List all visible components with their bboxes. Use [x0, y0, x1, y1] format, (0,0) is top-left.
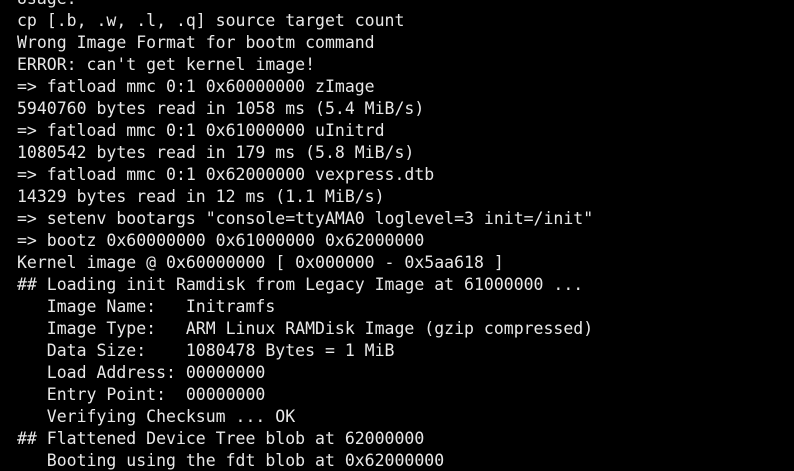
terminal-line: Image Name: Initramfs	[17, 297, 276, 316]
terminal-line: => fatload mmc 0:1 0x60000000 zImage	[17, 77, 375, 96]
terminal-line: => fatload mmc 0:1 0x62000000 vexpress.d…	[17, 165, 435, 184]
terminal-line: Usage:	[17, 0, 593, 10]
terminal-output: Usage: cp [.b, .w, .l, .q] source target…	[17, 0, 593, 471]
terminal-line: Data Size: 1080478 Bytes = 1 MiB	[17, 341, 395, 360]
terminal-window[interactable]: Usage: cp [.b, .w, .l, .q] source target…	[0, 0, 794, 471]
terminal-line: ## Loading init Ramdisk from Legacy Imag…	[17, 275, 584, 294]
terminal-line: => fatload mmc 0:1 0x61000000 uInitrd	[17, 121, 385, 140]
terminal-line: Wrong Image Format for bootm command	[17, 33, 375, 52]
terminal-line: ERROR: can't get kernel image!	[17, 55, 316, 74]
terminal-line: 1080542 bytes read in 179 ms (5.8 MiB/s)	[17, 143, 415, 162]
terminal-line: 5940760 bytes read in 1058 ms (5.4 MiB/s…	[17, 99, 425, 118]
terminal-line: Image Type: ARM Linux RAMDisk Image (gzi…	[17, 319, 594, 338]
terminal-line: Verifying Checksum ... OK	[17, 407, 296, 426]
terminal-line: => bootz 0x60000000 0x61000000 0x6200000…	[17, 231, 425, 250]
terminal-line: Load Address: 00000000	[17, 363, 266, 382]
terminal-line: Entry Point: 00000000	[17, 385, 266, 404]
terminal-line: Kernel image @ 0x60000000 [ 0x000000 - 0…	[17, 253, 504, 272]
terminal-line: => setenv bootargs "console=ttyAMA0 logl…	[17, 209, 594, 228]
terminal-line: ## Flattened Device Tree blob at 6200000…	[17, 429, 425, 448]
terminal-line: cp [.b, .w, .l, .q] source target count	[17, 11, 405, 30]
terminal-line: 14329 bytes read in 12 ms (1.1 MiB/s)	[17, 187, 385, 206]
terminal-line: Booting using the fdt blob at 0x62000000	[17, 451, 445, 470]
